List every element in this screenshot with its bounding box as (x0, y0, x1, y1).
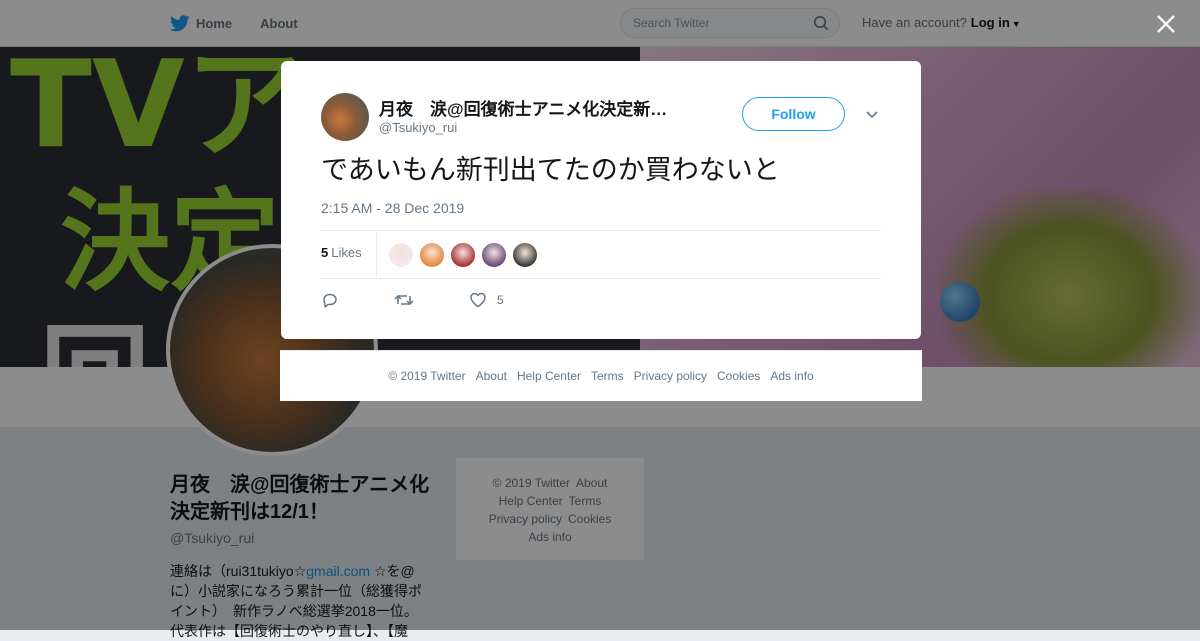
liker-avatars (388, 242, 543, 268)
close-icon[interactable] (1154, 12, 1178, 36)
reply-action[interactable] (321, 291, 349, 309)
liker-avatar[interactable] (450, 242, 476, 268)
likes-label: Likes (331, 245, 362, 260)
like-action[interactable]: 5 (469, 291, 504, 309)
liker-avatar[interactable] (512, 242, 538, 268)
tweet-modal: 月夜 涙@回復術士アニメ化決定新… @Tsukiyo_rui Follow であ… (281, 61, 921, 339)
like-count: 5 (497, 293, 504, 307)
modal-footer-ads[interactable]: Ads info (770, 369, 813, 383)
tweet-stats: 5 Likes (321, 230, 881, 279)
modal-footer-terms[interactable]: Terms (591, 369, 624, 383)
liker-avatar[interactable] (388, 242, 414, 268)
tweet-author-handle[interactable]: @Tsukiyo_rui (379, 120, 457, 135)
heart-icon (470, 292, 486, 308)
stats-divider (376, 231, 377, 278)
modal-footer-cookies[interactable]: Cookies (717, 369, 760, 383)
liker-avatar[interactable] (481, 242, 507, 268)
tweet-actions: 5 (321, 289, 549, 311)
tweet-timestamp[interactable]: 2:15 AM - 28 Dec 2019 (321, 200, 464, 216)
modal-footer-help[interactable]: Help Center (517, 369, 581, 383)
likes-stat[interactable]: 5 Likes (321, 245, 362, 260)
likes-count: 5 (321, 245, 329, 260)
liker-avatar[interactable] (419, 242, 445, 268)
modal-footer-privacy[interactable]: Privacy policy (634, 369, 707, 383)
retweet-icon (394, 294, 414, 306)
modal-footer-copyright: © 2019 Twitter (388, 369, 466, 383)
modal-footer-about[interactable]: About (476, 369, 507, 383)
modal-footer: © 2019 Twitter About Help Center Terms P… (280, 350, 922, 401)
retweet-action[interactable] (394, 291, 424, 309)
tweet-author-name[interactable]: 月夜 涙@回復術士アニメ化決定新… (379, 95, 689, 120)
chevron-down-icon[interactable] (865, 110, 879, 120)
reply-icon (323, 293, 337, 308)
tweet-text: であいもん新刊出てたのか買わないと (321, 155, 780, 185)
tweet-author-avatar[interactable] (321, 93, 369, 141)
follow-button[interactable]: Follow (742, 97, 845, 131)
